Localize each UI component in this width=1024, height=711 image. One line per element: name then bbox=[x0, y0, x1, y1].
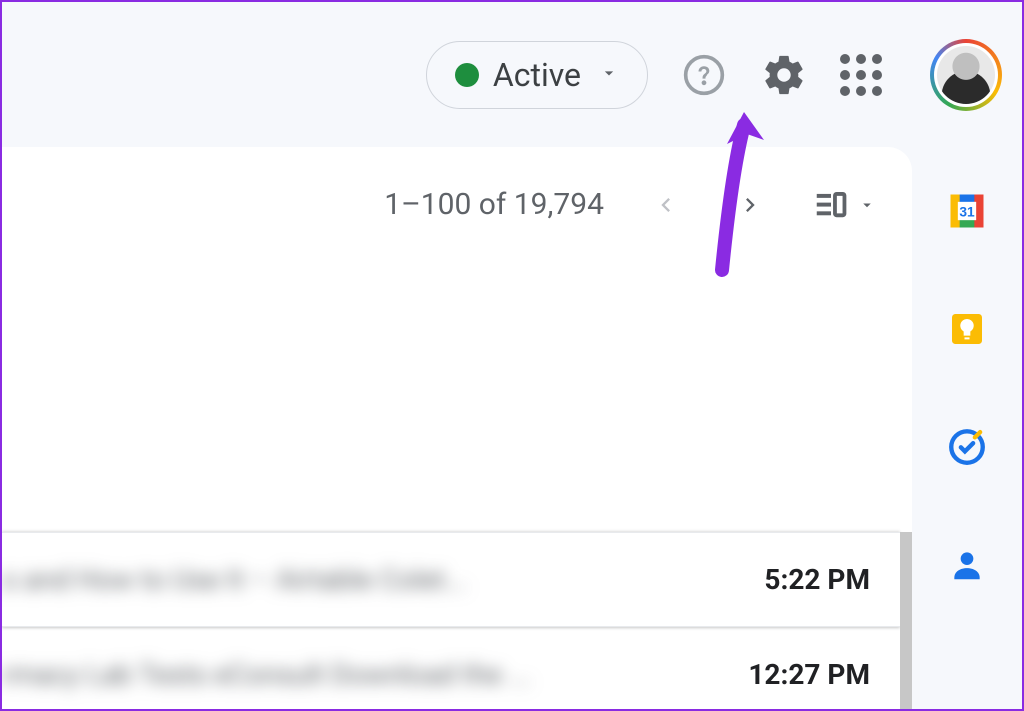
avatar-icon bbox=[934, 43, 998, 107]
apps-grid-icon bbox=[840, 54, 850, 64]
gear-icon bbox=[761, 52, 807, 98]
calendar-icon: 31 bbox=[945, 189, 989, 233]
older-button[interactable] bbox=[728, 183, 772, 227]
keep-app-button[interactable] bbox=[943, 305, 991, 353]
svg-text:31: 31 bbox=[959, 205, 975, 220]
contacts-icon bbox=[948, 546, 986, 584]
email-row[interactable]: s and How to Use It – Airtable Colet... … bbox=[2, 532, 900, 627]
side-rail: 31 bbox=[912, 147, 1022, 709]
split-pane-toggle[interactable] bbox=[812, 186, 876, 224]
help-button[interactable] bbox=[680, 51, 728, 99]
newer-button[interactable] bbox=[644, 183, 688, 227]
status-label: Active bbox=[493, 56, 581, 94]
calendar-app-button[interactable]: 31 bbox=[943, 187, 991, 235]
keep-icon bbox=[947, 309, 987, 349]
email-subject: rmacy Lab Tests eConsult Download the ..… bbox=[2, 658, 531, 691]
main-panel: 1–100 of 19,794 s and How to Use It – Ai… bbox=[2, 147, 912, 709]
list-toolbar: 1–100 of 19,794 bbox=[2, 147, 912, 262]
email-list: s and How to Use It – Airtable Colet... … bbox=[2, 532, 900, 709]
status-dot-icon bbox=[455, 63, 479, 87]
tasks-icon bbox=[946, 426, 988, 468]
account-avatar-button[interactable] bbox=[930, 39, 1002, 111]
email-row[interactable]: rmacy Lab Tests eConsult Download the ..… bbox=[2, 627, 900, 709]
chevron-down-icon bbox=[599, 63, 619, 87]
pagination-range: 1–100 of 19,794 bbox=[384, 187, 604, 222]
chevron-left-icon bbox=[652, 191, 680, 219]
settings-button[interactable] bbox=[760, 51, 808, 99]
email-time: 12:27 PM bbox=[748, 658, 870, 691]
status-pill[interactable]: Active bbox=[426, 41, 648, 109]
chevron-down-icon bbox=[858, 196, 876, 214]
chevron-right-icon bbox=[736, 191, 764, 219]
tasks-app-button[interactable] bbox=[943, 423, 991, 471]
split-pane-icon bbox=[812, 186, 850, 224]
app-header: Active bbox=[2, 2, 1022, 147]
help-icon bbox=[682, 53, 726, 97]
contacts-app-button[interactable] bbox=[943, 541, 991, 589]
email-subject: s and How to Use It – Airtable Colet... bbox=[2, 563, 467, 596]
google-apps-button[interactable] bbox=[840, 54, 882, 96]
email-time: 5:22 PM bbox=[764, 563, 870, 596]
scrollbar[interactable] bbox=[900, 532, 912, 709]
